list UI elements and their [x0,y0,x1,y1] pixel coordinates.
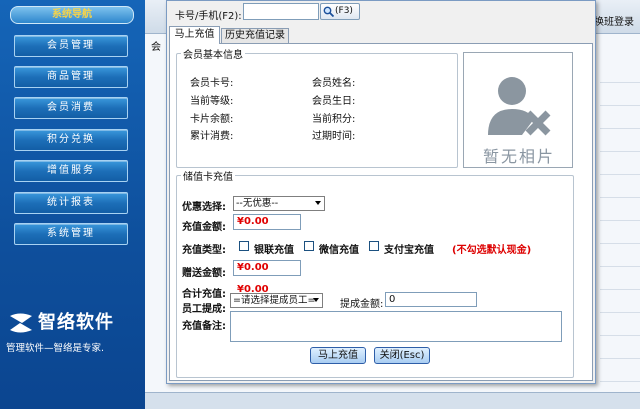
gift-amount-input[interactable]: ¥0.00 [233,260,301,276]
member-basic-info-legend: 会员基本信息 [183,50,243,61]
brand-slogan: 管理软件—智络是专家. [6,343,105,354]
brand-logo: 智络软件 [8,312,138,336]
gift-amount-label: 赠送金额: [182,268,226,279]
submit-recharge-button[interactable]: 马上充值 [310,347,366,364]
commission-amount-label: 提成金额: [340,299,384,310]
background-grid-lines [600,60,640,390]
card-number-input[interactable] [243,3,319,20]
member-card-number-label: 会员卡号: [190,78,234,89]
search-button[interactable]: (F3) [320,3,360,20]
brand-mark-icon [10,313,32,333]
sidebar-item-statistics-reports[interactable]: 统计报表 [14,192,128,214]
recharge-remark-label: 充值备注: [182,321,226,332]
sidebar-item-member-management[interactable]: 会员管理 [14,35,128,57]
staff-commission-select-value: =请选择提成员工= [233,295,316,306]
search-icon [323,6,334,17]
chevron-down-icon [315,201,321,205]
chevron-down-icon [313,298,319,302]
shift-login-link[interactable]: 换班登录 [594,13,634,28]
search-button-label: (F3) [335,6,353,16]
tab-recharge-history[interactable]: 历史充值记录 [221,28,289,43]
background-tab-fragment[interactable]: 会 [145,38,167,54]
sidebar-item-system-management[interactable]: 系统管理 [14,223,128,245]
no-photo-text: 暂无相片 [482,147,555,166]
sidebar-item-member-consumption[interactable]: 会员消费 [14,97,128,119]
recharge-amount-label: 充值金额: [182,222,226,233]
wechat-label: 微信充值 [319,245,359,256]
recharge-tab-panel: 会员基本信息 会员卡号: 当前等级: 卡片余额: 累计消费: 会员姓名: 会员生… [169,43,593,381]
card-number-label: 卡号/手机(F2): [175,11,242,22]
recharge-remark-input[interactable] [230,311,562,342]
discount-select[interactable]: --无优惠-- [233,196,325,211]
member-name-label: 会员姓名: [312,78,356,89]
current-level-label: 当前等级: [190,96,234,107]
recharge-type-label: 充值类型: [182,245,226,256]
sidebar-item-product-management[interactable]: 商品管理 [14,66,128,88]
total-consumption-label: 累计消费: [190,131,234,142]
expiry-time-label: 过期时间: [312,131,356,142]
status-bar [145,392,640,409]
commission-amount-input[interactable]: 0 [385,292,477,307]
total-recharge-label: 合计充值: [182,289,226,300]
sidebar-item-points-exchange[interactable]: 积分兑换 [14,129,128,151]
close-button[interactable]: 关闭(Esc) [374,347,430,364]
discount-label: 优惠选择: [182,202,226,213]
current-points-label: 当前积分: [312,114,356,125]
unionpay-label: 银联充值 [254,245,294,256]
brand-name: 智络软件 [38,312,114,333]
tab-recharge-now[interactable]: 马上充值 [169,26,220,44]
payment-type-note: (不勾选默认现金) [452,245,532,256]
member-photo: 暂无相片 [463,52,573,168]
recharge-dialog: 卡号/手机(F2): (F3) 马上充值 历史充值记录 会员基本信息 会员卡号:… [166,0,596,384]
discount-select-value: --无优惠-- [236,198,279,209]
unionpay-checkbox[interactable] [239,241,249,251]
alipay-checkbox[interactable] [369,241,379,251]
sidebar-title: 系统导航 [10,6,134,24]
member-birthday-label: 会员生日: [312,96,356,107]
card-balance-label: 卡片余额: [190,114,234,125]
staff-commission-label: 员工提成: [182,304,226,315]
wechat-checkbox[interactable] [304,241,314,251]
stored-value-recharge-legend: 储值卡充值 [183,172,233,183]
alipay-label: 支付宝充值 [384,245,434,256]
sidebar-item-value-added-services[interactable]: 增值服务 [14,160,128,182]
staff-commission-select[interactable]: =请选择提成员工= [230,293,323,308]
member-basic-info-group: 会员基本信息 [176,46,458,168]
no-photo-icon [488,77,551,136]
sidebar-navigation: 系统导航 会员管理 商品管理 会员消费 积分兑换 增值服务 统计报表 系统管理 … [0,0,145,409]
recharge-amount-input[interactable]: ¥0.00 [233,214,301,230]
